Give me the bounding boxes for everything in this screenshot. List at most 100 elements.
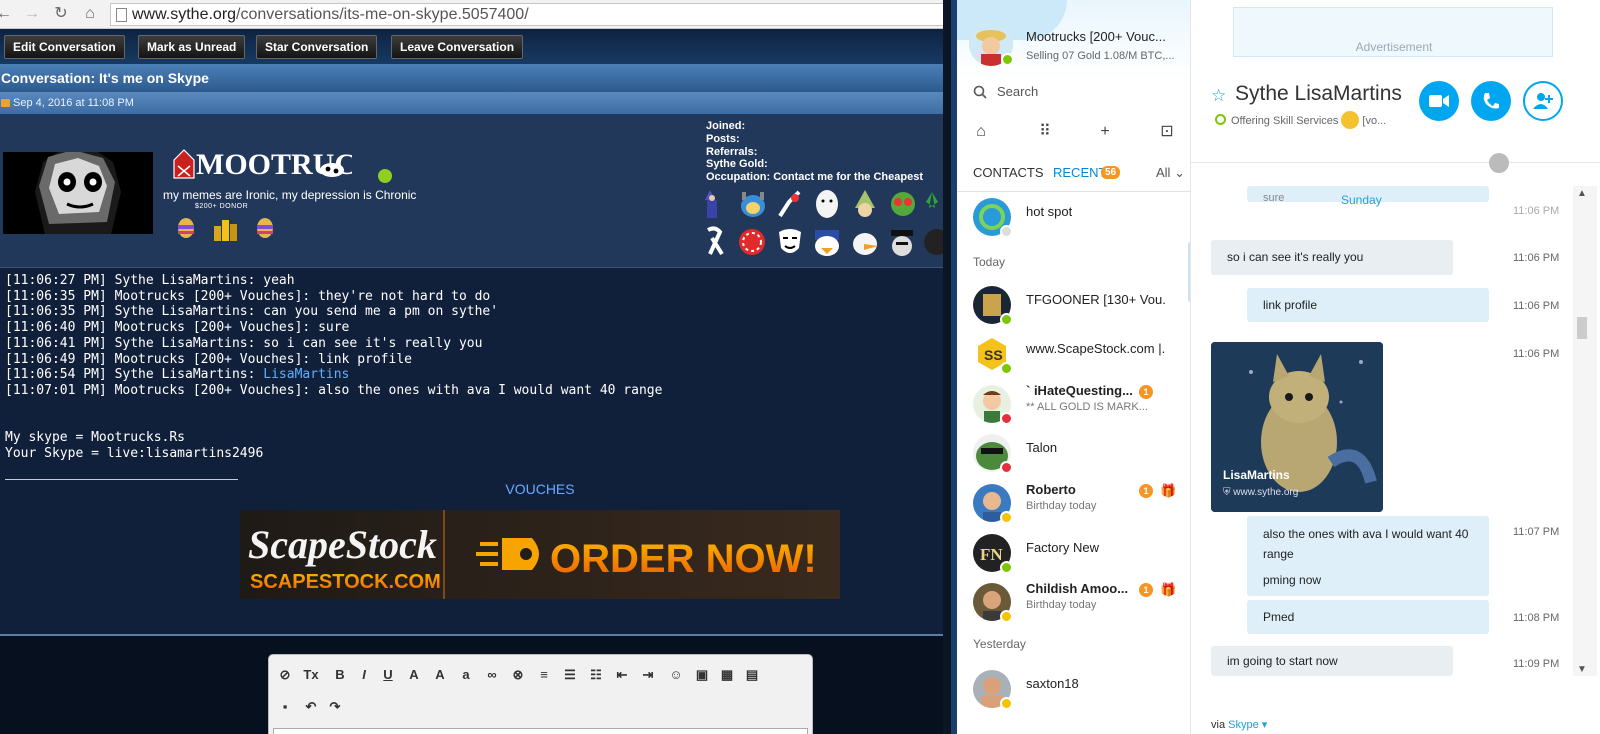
alien-achievement-icon[interactable] <box>888 188 918 220</box>
outgoing-message-bubble[interactable]: link profile <box>1247 288 1489 322</box>
recent-count-badge: 56 <box>1101 166 1121 179</box>
font-size-icon[interactable]: A <box>432 667 448 683</box>
skype-nav: ⌂ ⠿ + ⊡ <box>957 122 1190 146</box>
forward-icon[interactable]: → <box>22 4 42 24</box>
skype-link[interactable]: Skype <box>1228 719 1259 731</box>
gift-icon[interactable]: 🎁 <box>1160 583 1176 597</box>
incoming-message-bubble[interactable]: so i can see it's really you <box>1211 240 1453 275</box>
italic-icon[interactable]: I <box>356 667 372 683</box>
edit-conversation-button[interactable]: Edit Conversation <box>4 35 125 59</box>
leaf-achievement-icon[interactable] <box>922 188 943 220</box>
advertisement[interactable]: Advertisement <box>1233 7 1553 57</box>
scroll-down-icon[interactable]: ▼ <box>1577 664 1587 675</box>
helmet-achievement-icon[interactable] <box>922 226 943 258</box>
message-text: also the ones with ava I would want 40 r… <box>1263 527 1469 561</box>
add-icon[interactable]: + <box>1095 122 1115 142</box>
save-draft-icon[interactable]: ▪ <box>277 699 293 715</box>
underline-icon[interactable]: U <box>380 667 396 683</box>
contact-item[interactable]: FN Factory New <box>957 530 1190 578</box>
meme-face-achievement-icon[interactable] <box>812 188 842 220</box>
profile-link[interactable]: LisaMartins <box>263 367 349 382</box>
vouches-link[interactable]: VOUCHES <box>0 481 943 497</box>
mark-unread-button[interactable]: Mark as Unread <box>138 35 246 59</box>
outgoing-message-bubble[interactable]: also the ones with ava I would want 40 r… <box>1247 516 1489 596</box>
tab-contacts[interactable]: CONTACTS <box>973 165 1044 180</box>
duck-achievement-icon[interactable] <box>850 226 880 258</box>
heisenberg-achievement-icon[interactable] <box>887 226 917 258</box>
contact-item-hot-spot[interactable]: hot spot <box>957 194 1190 242</box>
image-source[interactable]: ⛨ www.sythe.org <box>1223 487 1298 498</box>
outgoing-message-bubble[interactable]: Pmed <box>1247 600 1489 634</box>
contact-item[interactable]: SS www.ScapeStock.com |... <box>957 331 1190 379</box>
home-icon[interactable]: ⌂ <box>80 4 100 24</box>
my-name[interactable]: Mootrucks [200+ Vouc... <box>1026 29 1166 44</box>
remove-format-icon[interactable]: ⊘ <box>277 667 293 683</box>
home-icon[interactable]: ⌂ <box>971 122 991 142</box>
link-icon[interactable]: ∞ <box>484 667 500 683</box>
media-icon[interactable]: ▦ <box>719 667 735 683</box>
pokemon-achievement-icon[interactable] <box>738 188 768 220</box>
message-text: so i can see it's really you <box>1227 250 1364 264</box>
numbered-list-icon[interactable]: ☷ <box>588 667 604 683</box>
scroll-thumb[interactable] <box>1577 317 1587 339</box>
figure-achievement-icon[interactable] <box>775 188 805 220</box>
video-call-button[interactable] <box>1419 81 1459 121</box>
smiley-icon[interactable]: ☺ <box>668 667 684 683</box>
star-conversation-button[interactable]: Star Conversation <box>256 35 378 59</box>
penguin-achievement-icon[interactable] <box>812 226 842 258</box>
my-mood[interactable]: Selling 07 Gold 1.08/M BTC,... <box>1026 50 1175 62</box>
text-color-icon[interactable]: A <box>406 667 422 683</box>
reload-icon[interactable]: ↻ <box>51 4 71 24</box>
dialpad-icon[interactable]: ⠿ <box>1035 122 1055 142</box>
leave-conversation-button[interactable]: Leave Conversation <box>391 35 524 59</box>
filter-dropdown[interactable]: All ⌄ <box>1156 165 1185 181</box>
tab-recent[interactable]: RECENT <box>1053 165 1106 180</box>
wizard-achievement-icon[interactable] <box>700 188 730 220</box>
user-avatar[interactable] <box>3 152 153 234</box>
bold-icon[interactable]: B <box>332 667 348 683</box>
favorite-star-icon[interactable]: ☆ <box>1211 86 1226 106</box>
ribbon-achievement-icon[interactable] <box>700 226 730 258</box>
message-time: 11:06 PM <box>1513 300 1560 312</box>
back-icon[interactable]: ← <box>0 4 14 24</box>
url-input[interactable]: www.sythe.org/conversations/its-me-on-sk… <box>110 3 943 26</box>
contact-item[interactable]: TFGOONER [130+ Vou... <box>957 282 1190 330</box>
image-icon[interactable]: ▣ <box>694 667 710 683</box>
gnome-achievement-icon[interactable] <box>850 188 880 220</box>
voice-call-button[interactable] <box>1471 81 1511 121</box>
scapestock-banner[interactable]: ScapeStock SCAPESTOCK.COM ORDER NOW! <box>240 510 840 599</box>
reply-textarea[interactable] <box>273 728 808 734</box>
undo-icon[interactable]: ↶ <box>303 699 319 715</box>
contact-item[interactable]: Childish Amoo... Birthday today 1 🎁 <box>957 579 1190 627</box>
scroll-up-icon[interactable]: ▲ <box>1577 188 1587 199</box>
more-icon[interactable]: ▤ <box>744 667 760 683</box>
contact-item[interactable]: ` iHateQuesting... ** ALL GOLD IS MARK..… <box>957 381 1190 429</box>
indent-icon[interactable]: ⇥ <box>640 667 656 683</box>
search-box[interactable]: Search <box>971 82 1190 102</box>
red-orb-achievement-icon[interactable] <box>737 226 767 258</box>
align-icon[interactable]: ≡ <box>536 667 552 683</box>
contact-item[interactable]: saxton18 <box>957 666 1190 714</box>
unlink-icon[interactable]: ⊗ <box>510 667 526 683</box>
chevron-down-icon[interactable]: ▾ <box>1259 719 1268 731</box>
conversation-date: Sep 4, 2016 at 11:08 PM <box>0 92 943 114</box>
incoming-message-bubble[interactable]: im going to start now <box>1211 646 1453 676</box>
emoticon-icon <box>1341 111 1360 129</box>
font-family-icon[interactable]: a <box>458 667 474 683</box>
bullet-list-icon[interactable]: ☰ <box>562 667 578 683</box>
contact-item[interactable]: Talon <box>957 430 1190 478</box>
clear-format-icon[interactable]: Tx <box>303 667 319 683</box>
search-input[interactable]: Search <box>997 84 1038 99</box>
redo-icon[interactable]: ↷ <box>327 699 343 715</box>
contact-item[interactable]: Roberto Birthday today 1 🎁 <box>957 480 1190 528</box>
chat-scrollbar[interactable]: ▲ ▼ <box>1573 186 1597 676</box>
add-people-button[interactable] <box>1523 81 1563 121</box>
skype-tabs: CONTACTS RECENT 56 All ⌄ <box>957 162 1190 184</box>
mask-achievement-icon[interactable] <box>775 226 805 258</box>
image-message[interactable]: LisaMartins ⛨ www.sythe.org <box>1211 342 1383 512</box>
bot-icon[interactable]: ⊡ <box>1157 122 1177 142</box>
outdent-icon[interactable]: ⇤ <box>614 667 630 683</box>
gift-icon[interactable]: 🎁 <box>1160 484 1176 498</box>
message-text: pming now <box>1263 573 1322 587</box>
chat-contact-name[interactable]: Sythe LisaMartins <box>1235 82 1402 106</box>
